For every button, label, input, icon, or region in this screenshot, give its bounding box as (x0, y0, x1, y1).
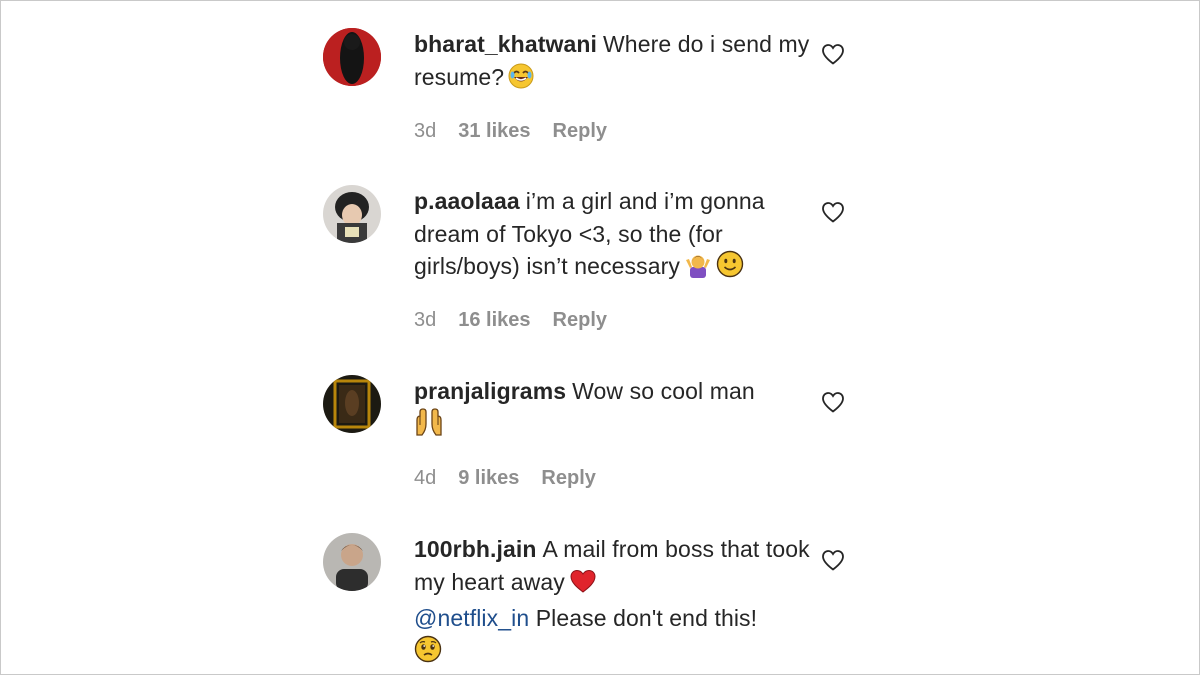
comment-body: bharat_khatwani Where do i send my resume… (414, 28, 814, 97)
pleading-face-emoji-icon (414, 635, 442, 672)
avatar[interactable] (323, 533, 381, 591)
comment-likes[interactable]: 31 likes (458, 120, 530, 142)
comment-text: Wow so cool man (572, 378, 755, 404)
person-shrugging-emoji-icon (684, 250, 712, 287)
comment-item: 100rbh.jain A mail from boss that took my… (323, 533, 883, 673)
avatar[interactable] (323, 375, 381, 433)
comment-meta: 3d 16 likes Reply (414, 309, 629, 332)
avatar[interactable] (323, 28, 381, 86)
comment-meta: 3d 31 likes Reply (414, 120, 629, 143)
comment-text-continued: Please don't end this! (535, 605, 758, 631)
comment-time[interactable]: 3d (414, 120, 436, 142)
comment-time[interactable]: 4d (414, 467, 436, 489)
comment-item: bharat_khatwani Where do i send my resume… (323, 28, 883, 158)
avatar[interactable] (323, 185, 381, 243)
comments-panel: bharat_khatwani Where do i send my resume… (0, 0, 1200, 675)
comment-username[interactable]: 100rbh.jain (414, 536, 537, 562)
comment-item: p.aaolaaa i’m a girl and i’m gonna dream … (323, 185, 883, 335)
raised-hands-emoji-icon (414, 407, 444, 445)
comment-username[interactable]: pranjaligrams (414, 378, 566, 404)
reply-button[interactable]: Reply (541, 467, 595, 489)
reply-button[interactable]: Reply (553, 309, 607, 331)
heart-icon[interactable] (820, 548, 846, 572)
comment-body: 100rbh.jain A mail from boss that took my… (414, 533, 814, 671)
slightly-smiling-emoji-icon (716, 250, 744, 287)
comment-likes[interactable]: 16 likes (458, 309, 530, 331)
heart-icon[interactable] (820, 390, 846, 414)
comment-username[interactable]: bharat_khatwani (414, 31, 597, 57)
comment-username[interactable]: p.aaolaaa (414, 188, 520, 214)
joy-emoji-icon (508, 63, 534, 98)
reply-button[interactable]: Reply (553, 120, 607, 142)
comment-body: p.aaolaaa i’m a girl and i’m gonna dream … (414, 185, 814, 287)
heart-icon[interactable] (820, 42, 846, 66)
heart-icon[interactable] (820, 200, 846, 224)
comment-meta: 4d 9 likes Reply (414, 467, 618, 490)
mention-link[interactable]: @netflix_in (414, 605, 529, 631)
comment-likes[interactable]: 9 likes (458, 467, 519, 489)
red-heart-emoji-icon (569, 568, 597, 603)
comment-body: pranjaligrams Wow so cool man (414, 375, 814, 444)
comment-item: pranjaligrams Wow so cool man 4d 9 likes Re… (323, 375, 883, 495)
comment-time[interactable]: 3d (414, 309, 436, 331)
